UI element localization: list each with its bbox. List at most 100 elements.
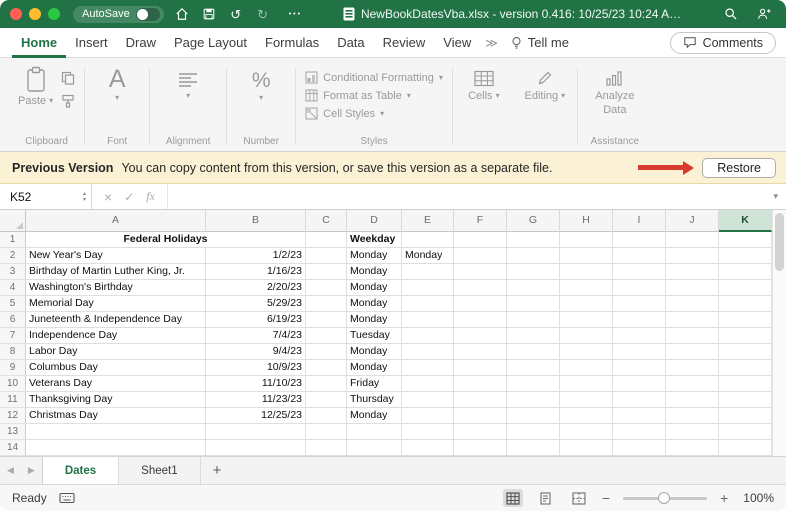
cell[interactable]	[306, 392, 347, 408]
cells-button[interactable]: Cells▾	[468, 66, 499, 102]
cell[interactable]	[454, 408, 507, 424]
cell[interactable]	[306, 344, 347, 360]
cell[interactable]	[454, 264, 507, 280]
cell[interactable]	[402, 392, 454, 408]
cell-date[interactable]: 1/16/23	[206, 264, 306, 280]
cell[interactable]	[719, 408, 772, 424]
cell[interactable]	[454, 360, 507, 376]
cell[interactable]: Monday	[402, 248, 454, 264]
cell[interactable]	[507, 344, 560, 360]
minimize-window-button[interactable]	[29, 8, 41, 20]
cell[interactable]	[402, 264, 454, 280]
cell[interactable]	[613, 312, 666, 328]
tab-insert[interactable]: Insert	[66, 28, 117, 58]
cell[interactable]	[402, 408, 454, 424]
sheet-tab-dates[interactable]: Dates	[42, 457, 119, 484]
cell-date[interactable]: 2/20/23	[206, 280, 306, 296]
cell[interactable]	[666, 296, 719, 312]
row-header-13[interactable]: 13	[0, 424, 26, 440]
accessibility-icon[interactable]	[59, 492, 75, 504]
cell[interactable]	[454, 248, 507, 264]
cell[interactable]	[306, 440, 347, 456]
normal-view-icon[interactable]	[503, 489, 523, 507]
cell-weekday[interactable]: Thursday	[347, 392, 402, 408]
tab-page-layout[interactable]: Page Layout	[165, 28, 256, 58]
cell-holiday[interactable]: Memorial Day	[26, 296, 206, 312]
row-header-11[interactable]: 11	[0, 392, 26, 408]
cell-holiday[interactable]: Thanksgiving Day	[26, 392, 206, 408]
cell[interactable]	[402, 440, 454, 456]
cell[interactable]	[560, 264, 613, 280]
format-painter-icon[interactable]	[61, 94, 75, 108]
cell-weekday[interactable]: Monday	[347, 344, 402, 360]
format-as-table-button[interactable]: Format as Table ▾	[305, 87, 411, 104]
cell[interactable]	[507, 392, 560, 408]
row-header-10[interactable]: 10	[0, 376, 26, 392]
cell[interactable]	[666, 280, 719, 296]
cell[interactable]	[507, 248, 560, 264]
tab-review[interactable]: Review	[374, 28, 435, 58]
cell[interactable]	[666, 312, 719, 328]
share-icon[interactable]	[754, 5, 772, 23]
cell[interactable]	[560, 360, 613, 376]
cell[interactable]	[306, 248, 347, 264]
row-header-4[interactable]: 4	[0, 280, 26, 296]
tab-view[interactable]: View	[434, 28, 480, 58]
cell-weekday[interactable]: Monday	[347, 296, 402, 312]
paste-button[interactable]: Paste▾	[18, 66, 53, 107]
cell[interactable]	[206, 440, 306, 456]
cell[interactable]	[454, 376, 507, 392]
cell[interactable]	[507, 328, 560, 344]
cell[interactable]	[666, 328, 719, 344]
cell[interactable]	[613, 424, 666, 440]
cell[interactable]	[719, 296, 772, 312]
cell[interactable]	[666, 392, 719, 408]
cell[interactable]	[507, 408, 560, 424]
cell[interactable]	[454, 392, 507, 408]
cell[interactable]	[306, 328, 347, 344]
cell[interactable]	[507, 424, 560, 440]
cell[interactable]	[560, 296, 613, 312]
cell[interactable]	[666, 408, 719, 424]
cell-holiday[interactable]: Juneteenth & Independence Day	[26, 312, 206, 328]
font-button[interactable]: A ▾	[109, 66, 126, 102]
cell[interactable]	[402, 344, 454, 360]
cell[interactable]	[306, 360, 347, 376]
undo-icon[interactable]: ↺	[227, 5, 245, 23]
cell[interactable]	[719, 392, 772, 408]
analyze-data-button[interactable]: Analyze Data	[589, 66, 641, 118]
name-box[interactable]: K52 ▴▾	[0, 184, 92, 209]
number-button[interactable]: % ▾	[252, 66, 271, 102]
column-header-k[interactable]: K	[719, 210, 772, 232]
column-header-f[interactable]: F	[454, 210, 507, 232]
column-header-j[interactable]: J	[666, 210, 719, 232]
tab-data[interactable]: Data	[328, 28, 373, 58]
cell[interactable]	[719, 328, 772, 344]
cell[interactable]	[666, 424, 719, 440]
cell[interactable]	[666, 232, 719, 248]
cell[interactable]	[402, 232, 454, 248]
cell-weekday[interactable]: Monday	[347, 312, 402, 328]
autosave-toggle[interactable]: AutoSave	[73, 6, 164, 23]
cell-date[interactable]: 6/19/23	[206, 312, 306, 328]
cell[interactable]	[454, 344, 507, 360]
cell[interactable]	[666, 264, 719, 280]
cell[interactable]	[666, 360, 719, 376]
cell[interactable]	[306, 312, 347, 328]
cell[interactable]	[719, 344, 772, 360]
cell[interactable]	[454, 424, 507, 440]
cell-holiday[interactable]: New Year's Day	[26, 248, 206, 264]
cell[interactable]	[719, 376, 772, 392]
cell[interactable]	[613, 376, 666, 392]
cell[interactable]	[26, 424, 206, 440]
cell[interactable]	[613, 280, 666, 296]
row-header-6[interactable]: 6	[0, 312, 26, 328]
column-header-c[interactable]: C	[306, 210, 347, 232]
sheet-nav-right-icon[interactable]: ▶	[21, 457, 42, 484]
cell[interactable]	[402, 376, 454, 392]
cell-date[interactable]: 1/2/23	[206, 248, 306, 264]
cell-weekday[interactable]: Monday	[347, 408, 402, 424]
cell[interactable]	[306, 296, 347, 312]
row-header-12[interactable]: 12	[0, 408, 26, 424]
formula-bar-expand-icon[interactable]: ▾	[765, 184, 786, 209]
